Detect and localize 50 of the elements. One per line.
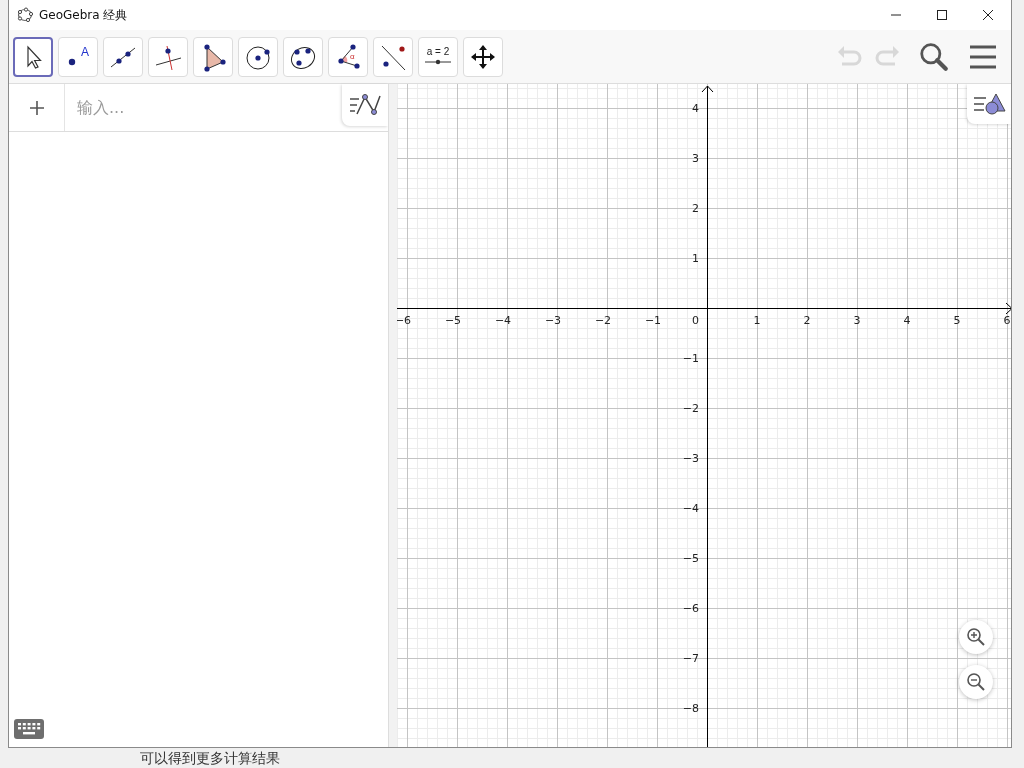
axis-label: −1 bbox=[682, 352, 699, 365]
axis-label: 1 bbox=[692, 252, 699, 265]
axis-label: −3 bbox=[682, 452, 699, 465]
axis-label: 4 bbox=[903, 314, 911, 327]
zoom-out-button[interactable] bbox=[959, 665, 993, 699]
maximize-icon bbox=[936, 9, 948, 21]
app-icon bbox=[17, 7, 33, 23]
perpendicular-tool-button[interactable] bbox=[148, 36, 188, 77]
close-icon bbox=[982, 9, 994, 21]
algebra-style-button[interactable] bbox=[342, 84, 388, 126]
zoom-in-icon bbox=[966, 627, 986, 647]
axis-label: 0 bbox=[692, 314, 699, 327]
axis-label: −1 bbox=[644, 314, 662, 327]
zoom-in-button[interactable] bbox=[959, 620, 993, 654]
search-icon bbox=[918, 40, 950, 73]
background-text: 可以得到更多计算结果 bbox=[140, 750, 280, 766]
axis-label: 2 bbox=[803, 314, 811, 327]
axis-label: 4 bbox=[692, 102, 699, 115]
axis-label: −2 bbox=[682, 402, 699, 415]
polygon-tool-button[interactable] bbox=[193, 36, 233, 77]
line-graph-icon bbox=[348, 92, 382, 118]
axis-label: 3 bbox=[692, 152, 699, 165]
axis-label: −4 bbox=[682, 502, 699, 515]
conic-tool-button[interactable] bbox=[283, 36, 323, 77]
axis-label: −7 bbox=[682, 652, 699, 665]
axis-label: −2 bbox=[594, 314, 612, 327]
line-tool-button[interactable] bbox=[103, 36, 143, 77]
keyboard-button[interactable] bbox=[12, 717, 46, 741]
axis-label: 2 bbox=[692, 202, 699, 215]
window-title: GeoGebra 经典 bbox=[39, 6, 128, 24]
axis-label: 1 bbox=[753, 314, 761, 327]
axis-label: 3 bbox=[853, 314, 861, 327]
graphics-style-button[interactable] bbox=[967, 84, 1011, 124]
plus-icon bbox=[28, 99, 45, 116]
reflect-tool-button[interactable] bbox=[373, 36, 413, 77]
axis-label: −6 bbox=[682, 602, 699, 615]
move-tool-button[interactable] bbox=[13, 36, 53, 77]
zoom-out-icon bbox=[966, 672, 986, 692]
axis-label: −5 bbox=[682, 552, 699, 565]
keyboard-icon bbox=[14, 719, 44, 739]
circle-tool-button[interactable] bbox=[238, 36, 278, 77]
axis-label: 5 bbox=[953, 314, 961, 327]
axis-label: −5 bbox=[444, 314, 462, 327]
axis-label: −6 bbox=[397, 314, 412, 327]
axis-label: −3 bbox=[544, 314, 562, 327]
shapes-icon bbox=[972, 91, 1006, 117]
pan-tool-button[interactable] bbox=[463, 36, 503, 77]
axis-label: 6 bbox=[1003, 314, 1011, 327]
axis-label: −4 bbox=[494, 314, 512, 327]
axis-label: −8 bbox=[682, 702, 699, 715]
